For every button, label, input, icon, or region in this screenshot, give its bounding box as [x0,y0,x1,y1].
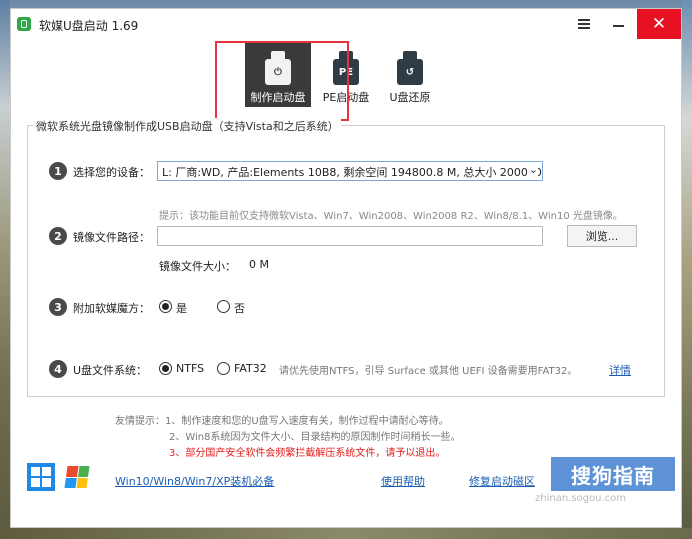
device-label: 选择您的设备： [73,166,150,179]
windows-xp-logo-icon[interactable] [61,463,93,491]
usb-pe-icon: PE [331,51,361,85]
tip-line-2: 2、Win8系统因为文件大小、目录结构的原因制作时间稍长一些。 [169,432,461,443]
fs-ntfs-radio[interactable] [159,362,172,375]
tab-pe-boot-disk[interactable]: PE PE启动盘 [313,41,379,107]
image-hint: 提示：该功能目前仅支持微软Vista、Win7、Win2008、Win2008 … [159,211,623,222]
device-select[interactable]: L: 厂商:WD, 产品:Elements 10B8, 剩余空间 194800.… [157,161,543,181]
minimize-button[interactable] [601,9,635,39]
details-link[interactable]: 详情 [609,362,631,378]
fs-fat32-label: FAT32 [234,362,267,375]
magic-no-label: 否 [234,302,245,315]
step-2-badge: 2 [49,227,67,245]
watermark-logo: 搜狗指南 [551,457,675,491]
tips-prefix: 友情提示： [115,416,165,427]
tab-label: U盘还原 [389,91,431,104]
step-4-badge: 4 [49,360,67,378]
tab-label: PE启动盘 [322,91,370,104]
image-size-value: 0 M [249,258,269,271]
app-window: 软媒U盘启动 1.69 ✕ ⏻ 制作启动盘 PE PE启动盘 ↺ U盘还原 微软… [10,8,682,528]
fs-note: 请优先使用NTFS，引导 Surface 或其他 UEFI 设备需要用FAT32… [279,366,578,377]
group-title: 微软系统光盘镜像制作成USB启动盘（支持Vista和之后系统） [34,118,341,134]
usb-restore-icon: ↺ [395,51,425,85]
image-size-label: 镜像文件大小： [159,260,236,273]
usb-power-icon: ⏻ [263,51,293,85]
windows-logo-icon[interactable] [27,463,55,491]
step-1-badge: 1 [49,162,67,180]
tab-usb-restore[interactable]: ↺ U盘还原 [377,41,443,107]
close-icon: ✕ [651,14,667,34]
minimize-icon [612,25,624,27]
tab-label: 制作启动盘 [250,91,306,104]
close-button[interactable]: ✕ [637,9,681,39]
title-bar: 软媒U盘启动 1.69 ✕ [11,9,681,39]
fs-fat32-radio[interactable] [217,362,230,375]
main-toolbar: ⏻ 制作启动盘 PE PE启动盘 ↺ U盘还原 [11,39,681,121]
fs-label: U盘文件系统： [73,364,148,377]
tab-make-boot-disk[interactable]: ⏻ 制作启动盘 [245,41,311,107]
background-scenery-right [682,0,692,539]
tip-line-3: 3、部分国产安全软件会频繁拦截解压系统文件，请予以退出。 [169,448,446,459]
image-path-input[interactable] [157,226,543,246]
tips-block: 友情提示：1、制作速度和您的U盘写入速度有关，制作过程中请耐心等待。 2、Win… [115,414,461,462]
repair-boot-sector-link[interactable]: 修复启动磁区 [469,473,535,489]
background-scenery-left [0,0,10,539]
step-3-badge: 3 [49,298,67,316]
magic-yes-label: 是 [176,302,187,315]
app-logo-icon [17,17,31,31]
chevron-down-icon: ⌄ [526,163,538,176]
background-scenery-bottom [0,528,692,539]
fs-ntfs-label: NTFS [176,362,205,375]
magic-no-radio[interactable] [217,300,230,313]
menu-button[interactable] [567,9,601,39]
install-essentials-link[interactable]: Win10/Win8/Win7/XP装机必备 [115,473,274,489]
magic-yes-radio[interactable] [159,300,172,313]
browse-button[interactable]: 浏览... [567,225,637,247]
help-link[interactable]: 使用帮助 [381,473,425,489]
magic-label: 附加软媒魔方： [73,302,150,315]
window-title: 软媒U盘启动 1.69 [39,19,139,33]
hamburger-icon [578,19,590,29]
tip-line-1: 1、制作速度和您的U盘写入速度有关，制作过程中请耐心等待。 [165,416,449,427]
device-select-value: L: 厂商:WD, 产品:Elements 10B8, 剩余空间 194800.… [162,166,542,179]
watermark-url: zhinan.sogou.com [535,493,627,504]
image-path-label: 镜像文件路径： [73,231,150,244]
